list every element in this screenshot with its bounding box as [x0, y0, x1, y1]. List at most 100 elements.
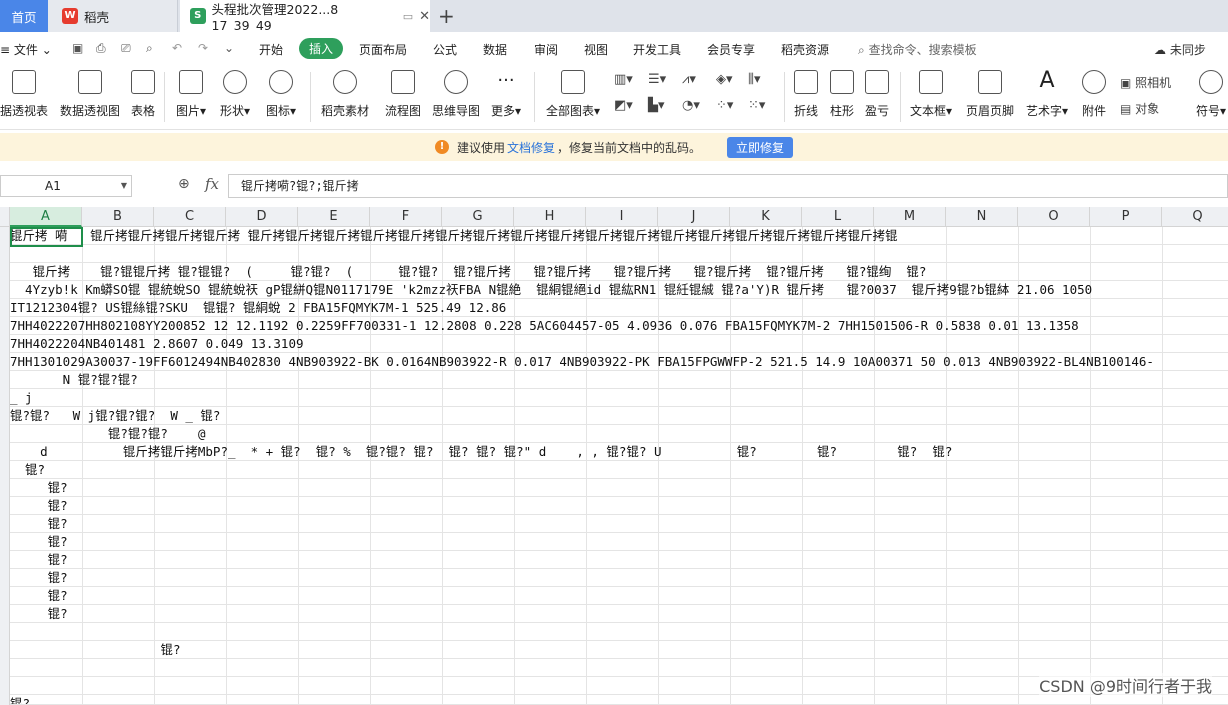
table-row[interactable]: 锟?锟? W j锟?锟?锟? W _ 锟? [10, 407, 1228, 425]
redo-icon[interactable]: ↷ [198, 41, 208, 55]
table-row[interactable]: 锟? [10, 497, 1228, 515]
table-row[interactable]: 锟? [10, 587, 1228, 605]
table-row[interactable]: 7HH1301029A30037-19FF6012494NB402830 4NB… [10, 353, 1228, 371]
scatter-chart-icon[interactable]: ⁘▾ [716, 98, 733, 113]
menu-member[interactable]: 会员专享 [707, 41, 755, 58]
menu-formula[interactable]: 公式 [433, 41, 457, 58]
save-icon[interactable]: ▣ [72, 41, 83, 55]
column-header[interactable]: H [514, 207, 586, 227]
column-header[interactable]: Q [1162, 207, 1228, 227]
column-header[interactable]: I [586, 207, 658, 227]
area-chart-icon[interactable]: ◩▾ [614, 98, 633, 113]
more-button[interactable]: ··· 更多▾ [491, 70, 521, 119]
wordart-button[interactable]: A 艺术字▾ [1026, 70, 1068, 119]
table-row[interactable]: 锟? [10, 533, 1228, 551]
table-row[interactable]: 锟? [10, 515, 1228, 533]
quick-access-dropdown-icon[interactable]: ⌄ [224, 41, 234, 55]
column-header[interactable]: C [154, 207, 226, 227]
column-header[interactable]: G [442, 207, 514, 227]
sparkline-winloss-button[interactable]: 盈亏 [865, 70, 889, 119]
table-row[interactable]: IT1212304锟? US锟絲锟?SKU 锟锟? 锟絧蛻 2 FBA15FQM… [10, 299, 1228, 317]
command-search[interactable]: ⌕ 查找命令、搜索模板 [858, 41, 977, 58]
table-row[interactable]: 锟? [10, 461, 1228, 479]
column-header[interactable]: P [1090, 207, 1162, 227]
table-row[interactable]: 锟? [10, 479, 1228, 497]
formula-input[interactable]: 锟斤拷嗬?锟?;锟斤拷 [228, 174, 1228, 198]
column-header[interactable]: A [10, 207, 82, 227]
column-header[interactable]: B [82, 207, 154, 227]
undo-icon[interactable]: ↶ [172, 41, 182, 55]
name-box[interactable]: A1 ▼ [0, 175, 132, 197]
select-all-corner[interactable] [0, 207, 10, 227]
column-header[interactable]: N [946, 207, 1018, 227]
chevron-down-icon[interactable]: ▼ [121, 176, 127, 196]
stock-chart-icon[interactable]: ⫼▾ [748, 72, 761, 87]
table-row[interactable]: 7HH4022204NB401481 2.8607 0.049 13.3109 [10, 335, 1228, 353]
camera-button[interactable]: ▣ 照相机 [1120, 74, 1171, 91]
textbox-button[interactable]: 文本框▾ [910, 70, 952, 119]
new-tab-icon[interactable]: + [438, 4, 455, 28]
table-row[interactable]: 锟斤拷 锟?锟锟斤拷 锟?锟锟? ( 锟?锟? ( 锟?锟? 锟?锟斤拷 锟?锟… [10, 263, 1228, 281]
symbol-button[interactable]: 符号▾ [1196, 70, 1226, 119]
column-header[interactable]: L [802, 207, 874, 227]
preview-icon[interactable]: ⌕ [146, 41, 153, 56]
menu-daoke-resources[interactable]: 稻壳资源 [781, 41, 829, 58]
table-row[interactable]: 4Yzyb!k Km蟒SO锟 锟統蛻SO 锟統蛻祆 gP锟絣Q锟N0117179… [10, 281, 1228, 299]
window-icon[interactable]: ▭ [403, 10, 413, 23]
table-row[interactable]: 7HH4022207HH802108YY200852 12 12.1192 0.… [10, 317, 1228, 335]
table-row[interactable]: 锟? [10, 641, 1228, 659]
column-header[interactable]: O [1018, 207, 1090, 227]
table-row[interactable] [10, 245, 1228, 263]
sync-status[interactable]: ☁ 未同步 [1154, 41, 1206, 58]
table-row[interactable] [10, 623, 1228, 641]
menu-review[interactable]: 审阅 [534, 41, 558, 58]
column-header[interactable]: D [226, 207, 298, 227]
sparkline-column-button[interactable]: 柱形 [830, 70, 854, 119]
radar-chart-icon[interactable]: ◔▾ [682, 98, 700, 113]
table-row[interactable]: 锟? [10, 569, 1228, 587]
tab-file[interactable]: S 头程批次管理2022...8 17_39_49 ▭ ✕ [180, 0, 430, 33]
table-row[interactable]: d 锟斤拷锟斤拷MbP?_ * + 锟? 锟? % 锟?锟? 锟? 锟? 锟? … [10, 443, 1228, 461]
function-icon[interactable]: fx [205, 175, 219, 193]
pie-chart-small-icon[interactable]: ◈▾ [716, 72, 733, 87]
table-row[interactable]: N 锟?锟?锟? [10, 371, 1228, 389]
column-header[interactable]: M [874, 207, 946, 227]
table-row[interactable]: 锟斤拷 嗬 锟斤拷锟斤拷锟斤拷锟斤拷 锟斤拷锟斤拷锟斤拷锟斤拷锟斤拷锟斤拷锟斤拷… [10, 227, 1228, 245]
bubble-chart-icon[interactable]: ⁙▾ [748, 98, 765, 113]
tab-daoke[interactable]: W 稻壳 [48, 0, 178, 32]
bar-chart-small-icon[interactable]: ☰▾ [648, 72, 666, 87]
shape-button[interactable]: 形状▾ [220, 70, 250, 119]
column-header[interactable]: J [658, 207, 730, 227]
pivot-table-button[interactable]: 据透视表 [0, 70, 48, 119]
mindmap-button[interactable]: 思维导图 [432, 70, 480, 119]
header-footer-button[interactable]: 页眉页脚 [966, 70, 1014, 119]
combo-chart-icon[interactable]: ▙▾ [648, 98, 665, 113]
menu-data[interactable]: 数据 [483, 41, 507, 58]
row-header-bar[interactable] [0, 227, 10, 705]
print-icon[interactable]: ⎚ [121, 41, 131, 56]
menu-dev-tools[interactable]: 开发工具 [633, 41, 681, 58]
menu-file[interactable]: ≡ 文件 ⌄ [0, 41, 52, 58]
line-chart-small-icon[interactable]: ⩘▾ [682, 72, 696, 87]
column-chart-icon[interactable]: ▥▾ [614, 72, 633, 87]
attachment-button[interactable]: 附件 [1082, 70, 1106, 119]
all-charts-button[interactable]: 全部图表▾ [546, 70, 600, 119]
object-button[interactable]: ▤ 对象 [1120, 100, 1159, 117]
pivot-chart-button[interactable]: 数据透视图 [60, 70, 120, 119]
menu-view[interactable]: 视图 [584, 41, 608, 58]
menu-start[interactable]: 开始 [259, 41, 283, 58]
table-row[interactable]: _ j [10, 389, 1228, 407]
sparkline-line-button[interactable]: 折线 [794, 70, 818, 119]
zoom-icon[interactable]: ⊕ [178, 176, 190, 192]
icon-button[interactable]: 图标▾ [266, 70, 296, 119]
menu-insert[interactable]: 插入 [299, 38, 344, 59]
daoke-material-button[interactable]: 稻壳素材 [321, 70, 369, 119]
picture-button[interactable]: 图片▾ [176, 70, 206, 119]
export-pdf-icon[interactable]: ⎙ [96, 41, 106, 56]
flowchart-button[interactable]: 流程图 [385, 70, 421, 119]
doc-repair-link[interactable]: 文档修复 [507, 139, 555, 156]
column-header[interactable]: F [370, 207, 442, 227]
column-header[interactable]: K [730, 207, 802, 227]
table-row[interactable]: 锟? [10, 605, 1228, 623]
table-button[interactable]: 表格 [131, 70, 155, 119]
